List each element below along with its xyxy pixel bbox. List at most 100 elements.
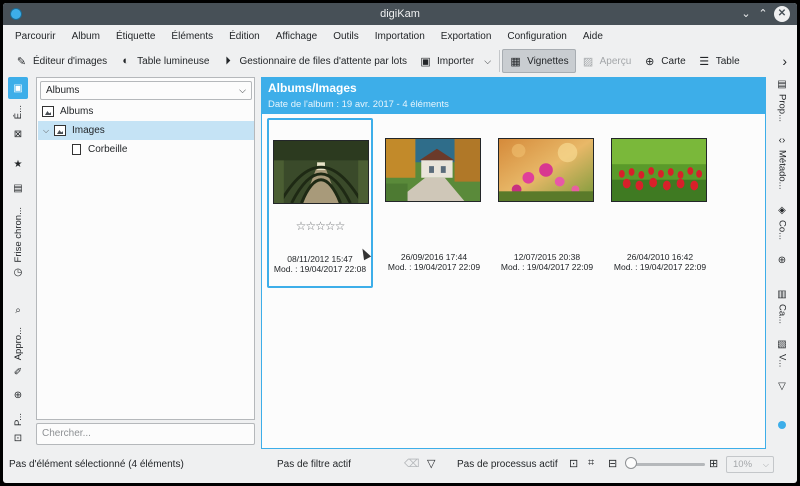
colors-tab[interactable]: ◈ Co... — [770, 205, 794, 240]
item-date: 26/04/2010 16:42 — [626, 252, 694, 262]
import-button[interactable]: ▣ Importer ⌵ — [413, 49, 497, 73]
title-bar: digiKam ⌄ ⌃ ✕ — [3, 3, 797, 25]
thumbnail-view: Albums/Images Date de l'album : 19 avr. … — [261, 77, 766, 449]
chevron-down-icon[interactable]: ⌵ — [40, 126, 52, 136]
menu-edition[interactable]: Édition — [221, 31, 268, 42]
map-label: Carte — [661, 55, 686, 67]
filter-tab[interactable]: ▽ — [770, 381, 794, 392]
album-header: Albums/Images Date de l'album : 19 avr. … — [262, 78, 765, 114]
colors-tab-label: Co... — [776, 220, 788, 241]
thumbnail-item[interactable]: 26/09/2016 17:44 Mod. : 19/04/2017 22:09 — [381, 118, 487, 288]
tree-item-images[interactable]: ⌵ Images — [38, 121, 254, 140]
item-modified: Mod. : 19/04/2017 22:09 — [613, 262, 707, 272]
image-editor-button[interactable]: ✎ Éditeur d'images — [9, 49, 113, 73]
right-sidebar: ▤ Prop... ‹› Métado... ◈ Co... ⊕ ▥ Ca...… — [770, 77, 794, 449]
document-icon: ▥ — [777, 289, 787, 300]
tree-item-albums[interactable]: Albums — [38, 102, 254, 121]
chevron-down-icon[interactable]: ⌵ — [484, 56, 491, 67]
menu-exportation[interactable]: Exportation — [433, 31, 500, 42]
captions-tab-label: Ca... — [776, 304, 788, 325]
batch-queue-button[interactable]: ⏵ Gestionnaire de files d'attente par lo… — [215, 49, 413, 73]
menu-bar: Parcourir Album Étiquette Éléments Éditi… — [3, 25, 797, 47]
star-icon[interactable]: ★ — [8, 159, 28, 170]
thumbnail-item[interactable]: ☆☆☆☆☆ 08/11/2012 15:47 Mod. : 19/04/2017… — [267, 118, 373, 288]
minimize-icon[interactable]: ⌄ — [738, 6, 754, 22]
globe-icon[interactable]: ⊕ — [8, 390, 28, 401]
zoom-out-icon[interactable]: ⊟ — [608, 457, 617, 470]
search-icon[interactable]: ⌕ — [8, 305, 28, 316]
tree-item-label: Albums — [60, 106, 94, 117]
properties-icon: ▤ — [777, 79, 787, 90]
versions-tab[interactable]: ▧ V... — [770, 339, 794, 367]
maximize-icon[interactable]: ⌃ — [755, 6, 771, 22]
zoom-level-value: 10% — [733, 459, 753, 470]
light-table-label: Table lumineuse — [137, 55, 210, 67]
process-status: Pas de processus actif — [457, 459, 558, 470]
tab-e-label: É... — [12, 105, 24, 120]
map-view-button[interactable]: ⊕ Carte — [637, 49, 691, 73]
calendar-icon[interactable]: ▤ — [8, 183, 28, 194]
tree-item-trash[interactable]: Corbeille — [38, 140, 254, 159]
menu-configuration[interactable]: Configuration — [499, 31, 574, 42]
chevron-right-icon[interactable]: › — [782, 53, 787, 69]
properties-tab[interactable]: ▤ Prop... — [770, 79, 794, 122]
chevron-down-icon: ⌵ — [762, 460, 769, 469]
thumbnail-item[interactable]: 26/04/2010 16:42 Mod. : 19/04/2017 22:09 — [607, 118, 713, 288]
zoom-fit-icon[interactable]: ⊡ — [569, 457, 578, 470]
image-icon: ▨ — [582, 55, 594, 68]
menu-album[interactable]: Album — [64, 31, 108, 42]
album-subtitle: Date de l'album : 19 avr. 2017 - 4 éléme… — [268, 99, 449, 110]
light-table-button[interactable]: ◐ Table lumineuse — [113, 49, 215, 73]
tab-similarity-label: Appro... — [12, 327, 24, 361]
zoom-original-icon[interactable]: ⌗ — [588, 457, 594, 470]
face-icon[interactable]: ⊡ — [8, 433, 28, 444]
thumbnail-item[interactable]: 12/07/2015 20:38 Mod. : 19/04/2017 22:09 — [494, 118, 600, 288]
thumbnail-image — [498, 138, 594, 202]
filter-icon: ▽ — [778, 381, 786, 392]
brush-icon[interactable]: ✐ — [8, 367, 28, 378]
properties-tab-label: Prop... — [776, 94, 788, 122]
rating-stars[interactable]: ☆☆☆☆☆ — [269, 219, 371, 233]
close-icon[interactable]: ✕ — [774, 6, 790, 22]
tab-people-label: P... — [12, 413, 24, 427]
trash-icon[interactable]: ⌫ — [404, 457, 420, 470]
album-type-value: Albums — [46, 85, 80, 96]
item-date: 26/09/2016 17:44 — [400, 252, 468, 262]
tab-people[interactable]: P... — [8, 413, 28, 426]
menu-parcourir[interactable]: Parcourir — [7, 31, 64, 42]
album-icon — [42, 106, 54, 117]
zoom-level-select[interactable]: 10% ⌵ — [726, 456, 774, 473]
captions-tab[interactable]: ▥ Ca... — [770, 289, 794, 324]
zoom-slider-handle[interactable] — [625, 457, 637, 469]
album-type-select[interactable]: Albums ⌵ — [40, 81, 252, 100]
globe-icon: ⊕ — [645, 55, 655, 68]
zoom-slider[interactable] — [631, 463, 705, 466]
album-icon — [54, 125, 66, 136]
menu-importation[interactable]: Importation — [367, 31, 433, 42]
metadata-tab[interactable]: ‹› Métado... — [770, 135, 794, 190]
table-view-button[interactable]: ☰ Table — [692, 49, 746, 73]
toolbar-separator — [499, 50, 501, 72]
tags-tab-icon[interactable]: ⊠ — [8, 129, 28, 140]
menu-etiquette[interactable]: Étiquette — [108, 31, 163, 42]
menu-aide[interactable]: Aide — [575, 31, 611, 42]
preview-view-button[interactable]: ▨ Aperçu — [576, 49, 638, 73]
album-search-input[interactable]: Chercher... — [36, 423, 255, 445]
map-tab[interactable]: ⊕ — [770, 255, 794, 266]
tab-similarity[interactable]: Appro... — [8, 327, 28, 360]
table-label: Table — [715, 55, 740, 67]
zoom-in-icon[interactable]: ⊞ — [709, 457, 718, 470]
filter-icon[interactable]: ▽ — [427, 457, 435, 470]
menu-outils[interactable]: Outils — [325, 31, 367, 42]
digikam-window: digiKam ⌄ ⌃ ✕ Parcourir Album Étiquette … — [3, 3, 797, 483]
menu-affichage[interactable]: Affichage — [268, 31, 326, 42]
tab-e[interactable]: É... — [8, 105, 28, 119]
clock-icon[interactable]: ◷ — [8, 267, 28, 278]
menu-elements[interactable]: Éléments — [163, 31, 221, 42]
camera-icon: ▣ — [420, 55, 431, 68]
albums-tab[interactable]: ▣ — [8, 77, 28, 99]
thumbnails-view-button[interactable]: ▦ Vignettes — [502, 49, 576, 73]
image-editor-label: Éditeur d'images — [33, 55, 108, 67]
tab-timeline[interactable]: Frise chron... — [8, 207, 28, 262]
preview-label: Aperçu — [599, 55, 632, 67]
